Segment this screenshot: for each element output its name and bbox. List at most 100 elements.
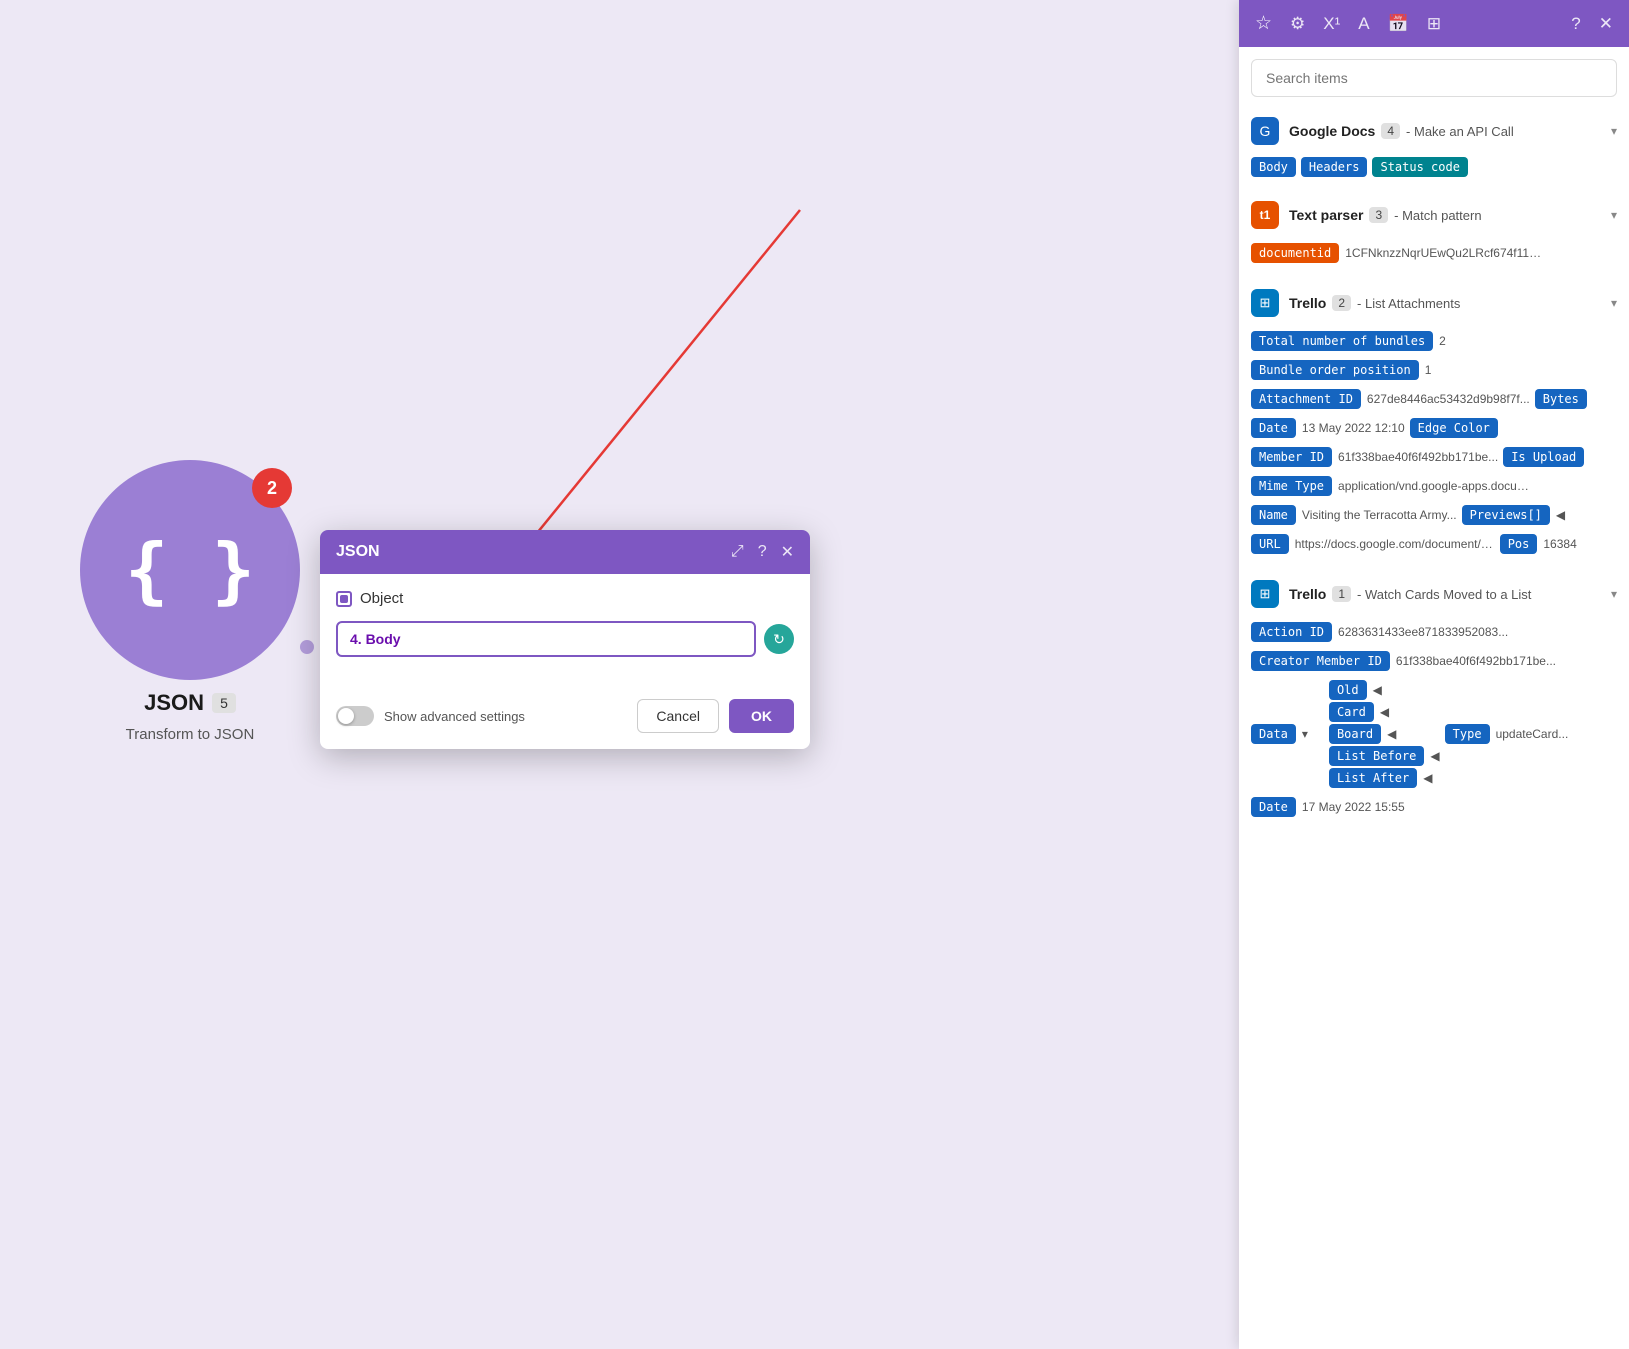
advanced-toggle[interactable]	[336, 706, 374, 726]
tag-status-code[interactable]: Status code	[1372, 157, 1467, 177]
section-google-docs-header[interactable]: G Google Docs 4 - Make an API Call ▾	[1251, 109, 1617, 153]
json-node-subtitle: Transform to JSON	[126, 726, 255, 743]
calendar-icon[interactable]: 📅	[1384, 10, 1413, 38]
left-connector	[300, 640, 314, 654]
tag-mime-type[interactable]: Mime Type	[1251, 476, 1332, 496]
text-parser-num: 3	[1369, 207, 1388, 223]
tag-date-value: 13 May 2022 12:10	[1302, 421, 1405, 435]
tag-date2-value: 17 May 2022 15:55	[1302, 800, 1405, 814]
tag-data[interactable]: Data	[1251, 724, 1296, 744]
tag-board[interactable]: Board	[1329, 724, 1381, 744]
tag-pos-value: 16384	[1543, 537, 1576, 551]
help-panel-icon[interactable]: ?	[1567, 10, 1584, 38]
trello-2-chevron[interactable]: ▾	[1611, 296, 1617, 310]
tag-bytes[interactable]: Bytes	[1535, 389, 1587, 409]
board-expand[interactable]: ◀	[1387, 727, 1396, 741]
section-trello-2: ⊞ Trello 2 - List Attachments ▾ Total nu…	[1251, 281, 1617, 562]
trello-1-name: Trello	[1289, 586, 1326, 602]
dialog-title: JSON	[336, 543, 380, 561]
json-node-number: 5	[212, 693, 236, 713]
tag-old[interactable]: Old	[1329, 680, 1367, 700]
ok-button[interactable]: OK	[729, 699, 794, 733]
section-trello-1-header[interactable]: ⊞ Trello 1 - Watch Cards Moved to a List…	[1251, 572, 1617, 616]
help-icon[interactable]: ?	[758, 543, 767, 561]
tag-list-after[interactable]: List After	[1329, 768, 1417, 788]
trello-1-tags: Action ID 6283631433ee871833952083... Cr…	[1251, 616, 1617, 825]
table-icon[interactable]: ⊞	[1423, 10, 1445, 38]
previews-expand[interactable]: ◀	[1556, 508, 1565, 522]
text-parser-chevron[interactable]: ▾	[1611, 208, 1617, 222]
list-after-expand[interactable]: ◀	[1423, 771, 1432, 785]
tag-creator-member-id[interactable]: Creator Member ID	[1251, 651, 1390, 671]
star-icon[interactable]: ☆	[1251, 8, 1276, 39]
tag-previews[interactable]: Previews[]	[1462, 505, 1550, 525]
json-node: 2 { } JSON 5 Transform to JSON	[80, 460, 300, 743]
search-input[interactable]	[1251, 59, 1617, 97]
value-input[interactable]	[336, 621, 756, 657]
list-before-expand[interactable]: ◀	[1430, 749, 1439, 763]
tag-pos-row: Pos 16384	[1500, 534, 1577, 554]
tag-previews-row: Previews[] ◀	[1462, 505, 1565, 525]
tag-action-id-row: Action ID 6283631433ee871833952083...	[1251, 622, 1508, 642]
tag-card[interactable]: Card	[1329, 702, 1374, 722]
trello-2-name: Trello	[1289, 295, 1326, 311]
section-trello-1-title: Trello 1 - Watch Cards Moved to a List	[1289, 586, 1601, 602]
tag-date[interactable]: Date	[1251, 418, 1296, 438]
tag-total-bundles[interactable]: Total number of bundles	[1251, 331, 1433, 351]
tag-body[interactable]: Body	[1251, 157, 1296, 177]
font-icon[interactable]: A	[1354, 10, 1373, 38]
tag-is-upload-row: Is Upload	[1503, 447, 1584, 467]
superscript-icon[interactable]: X¹	[1319, 10, 1344, 38]
google-docs-chevron[interactable]: ▾	[1611, 124, 1617, 138]
expand-icon[interactable]: ⤢	[731, 543, 744, 561]
object-checkbox[interactable]	[336, 591, 352, 607]
tag-list-before[interactable]: List Before	[1329, 746, 1424, 766]
tag-member-id[interactable]: Member ID	[1251, 447, 1332, 467]
tag-is-upload[interactable]: Is Upload	[1503, 447, 1584, 467]
gear-icon[interactable]: ⚙	[1286, 10, 1309, 38]
google-docs-name: Google Docs	[1289, 123, 1375, 139]
refresh-button[interactable]: ↻	[764, 624, 794, 654]
tag-url-row: URL https://docs.google.com/document/d/1…	[1251, 534, 1495, 554]
section-trello-2-header[interactable]: ⊞ Trello 2 - List Attachments ▾	[1251, 281, 1617, 325]
tag-edge-color[interactable]: Edge Color	[1410, 418, 1498, 438]
section-text-parser-header[interactable]: t1 Text parser 3 - Match pattern ▾	[1251, 193, 1617, 237]
tag-member-id-value: 61f338bae40f6f492bb171be...	[1338, 450, 1498, 464]
old-expand[interactable]: ◀	[1373, 683, 1382, 697]
tag-member-id-row: Member ID 61f338bae40f6f492bb171be...	[1251, 447, 1498, 467]
tag-bundle-order[interactable]: Bundle order position	[1251, 360, 1419, 380]
tag-url-value: https://docs.google.com/document/d/1CFNk…	[1295, 537, 1495, 551]
section-trello-2-title: Trello 2 - List Attachments	[1289, 295, 1601, 311]
tag-type-value: updateCard...	[1496, 727, 1569, 741]
tag-documentid[interactable]: documentid	[1251, 243, 1339, 263]
card-expand[interactable]: ◀	[1380, 705, 1389, 719]
google-docs-tags: Body Headers Status code	[1251, 153, 1617, 183]
tag-headers[interactable]: Headers	[1301, 157, 1368, 177]
toggle-row: Show advanced settings	[336, 706, 525, 726]
cancel-button[interactable]: Cancel	[637, 699, 719, 733]
toggle-knob	[338, 708, 354, 724]
tag-url[interactable]: URL	[1251, 534, 1289, 554]
section-google-docs-title: Google Docs 4 - Make an API Call	[1289, 123, 1601, 139]
panel-scroll-area: G Google Docs 4 - Make an API Call ▾ Bod…	[1239, 109, 1629, 1349]
tag-date2[interactable]: Date	[1251, 797, 1296, 817]
dialog-header: JSON ⤢ ? ✕	[320, 530, 810, 574]
close-panel-icon[interactable]: ✕	[1595, 10, 1617, 38]
data-expand[interactable]: ▾	[1302, 727, 1308, 741]
tag-type[interactable]: Type	[1445, 724, 1490, 744]
google-docs-method: - Make an API Call	[1406, 124, 1514, 139]
json-node-badge: 2	[252, 468, 292, 508]
object-label: Object	[360, 590, 403, 607]
tag-attachment-id-row: Attachment ID 627de8446ac53432d9b98f7f..…	[1251, 389, 1530, 409]
close-dialog-icon[interactable]: ✕	[781, 542, 794, 562]
tag-attachment-id[interactable]: Attachment ID	[1251, 389, 1361, 409]
section-text-parser-title: Text parser 3 - Match pattern	[1289, 207, 1601, 223]
trello-1-icon: ⊞	[1251, 580, 1279, 608]
trello-1-chevron[interactable]: ▾	[1611, 587, 1617, 601]
json-brace-icon: { }	[125, 528, 255, 612]
tag-name[interactable]: Name	[1251, 505, 1296, 525]
tag-pos[interactable]: Pos	[1500, 534, 1538, 554]
tag-action-id[interactable]: Action ID	[1251, 622, 1332, 642]
section-trello-1: ⊞ Trello 1 - Watch Cards Moved to a List…	[1251, 572, 1617, 825]
tag-bytes-row: Bytes	[1535, 389, 1587, 409]
